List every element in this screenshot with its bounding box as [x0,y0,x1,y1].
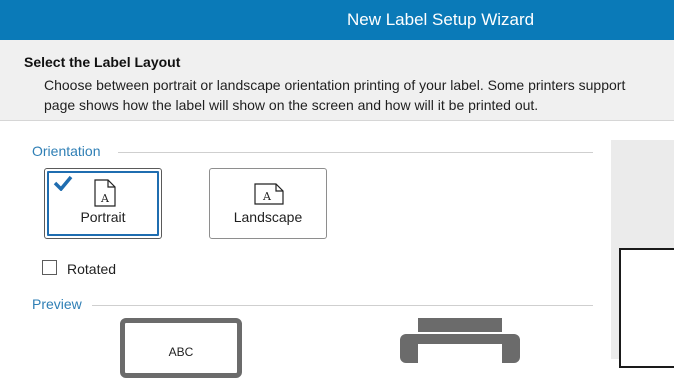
window-title: New Label Setup Wizard [347,10,535,29]
svg-text:A: A [262,190,272,203]
screen-preview-text: ABC [168,345,194,359]
svg-text:A: A [100,192,110,205]
title-bar: New Label Setup Wizard [0,0,674,40]
portrait-button[interactable]: A Portrait [44,168,162,239]
landscape-button[interactable]: A Landscape [209,168,327,239]
screen-preview-icon: ABC [120,318,242,378]
description-line-2: page shows how the label will show on th… [44,97,539,113]
portrait-label: Portrait [80,209,126,225]
printer-icon [400,318,520,363]
landscape-label: Landscape [233,209,303,225]
preview-divider [92,305,593,306]
rotated-checkbox[interactable] [42,260,57,275]
portrait-page-icon: A [94,179,116,207]
wizard-header: Select the Label Layout Choose between p… [0,40,674,121]
page-heading: Select the Label Layout [24,54,181,70]
page-description: Choose between portrait or landscape ori… [44,75,674,115]
orientation-divider [118,152,593,153]
landscape-page-icon: A [254,183,284,205]
orientation-section-label: Orientation [32,143,101,159]
rotated-label[interactable]: Rotated [67,261,116,277]
checkmark-icon [53,175,73,191]
label-preview-page [619,248,674,368]
description-line-1: Choose between portrait or landscape ori… [44,77,626,93]
preview-section-label: Preview [32,296,82,312]
